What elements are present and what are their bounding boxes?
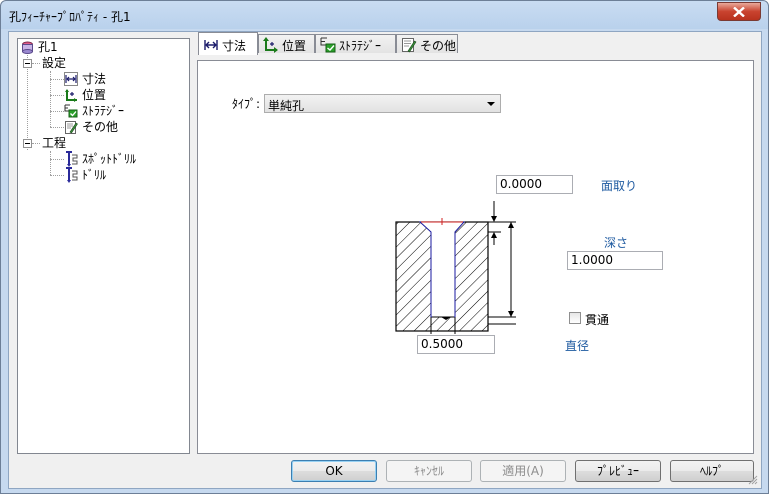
collapse-icon[interactable] xyxy=(23,59,32,68)
tree-guide-line xyxy=(50,127,64,128)
tree-item-label: ｽﾎﾟｯﾄﾄﾞﾘﾙ xyxy=(82,152,137,166)
hole-diagram xyxy=(395,201,516,334)
tab-other[interactable]: その他 xyxy=(396,34,458,53)
chamfer-label: 面取り xyxy=(601,179,638,193)
other-icon xyxy=(402,38,417,53)
type-select[interactable]: 単純孔 xyxy=(264,94,501,113)
tree-guide-line xyxy=(50,175,64,176)
title-bar[interactable]: 孔ﾌｨｰﾁｬｰﾌﾟﾛﾊﾟﾃｨ - 孔1 xyxy=(1,1,768,29)
other-icon xyxy=(65,121,78,134)
dialog-client: 孔1 設定 寸法 位置 ｽﾄﾗﾃｼﾞｰ その他 工程 ｽﾎﾟｯﾄﾄﾞﾘﾙ ﾄﾞﾘ… xyxy=(8,31,762,489)
type-label: ﾀｲﾌﾟ: xyxy=(232,97,261,111)
depth-field[interactable]: 1.0000 xyxy=(567,251,663,270)
tree-guide-line xyxy=(32,143,40,144)
tree-guide-line xyxy=(50,151,51,175)
chevron-down-icon xyxy=(487,102,495,106)
depth-label: 深さ xyxy=(604,236,629,250)
cancel-button[interactable]: ｷｬﾝｾﾙ xyxy=(386,460,472,482)
help-button[interactable]: ﾍﾙﾌﾟ xyxy=(670,460,754,482)
resize-grip-icon[interactable] xyxy=(748,475,758,485)
drill-icon xyxy=(66,167,78,183)
tree-guide-line xyxy=(50,159,64,160)
tree-item-label: その他 xyxy=(82,120,119,134)
strategy-icon xyxy=(64,104,78,118)
collapse-icon[interactable] xyxy=(23,139,32,148)
through-checkbox[interactable] xyxy=(569,312,581,324)
tab-label: ｽﾄﾗﾃｼﾞｰ xyxy=(339,39,382,53)
tree-group-label: 設定 xyxy=(42,56,67,70)
tab-position[interactable]: 位置 xyxy=(258,34,315,53)
tree-item-label: ﾄﾞﾘﾙ xyxy=(82,168,107,182)
tab-label: その他 xyxy=(420,39,457,53)
hole-feature-icon xyxy=(22,41,33,54)
tree-guide-line xyxy=(27,55,28,150)
through-label: 貫通 xyxy=(585,313,610,327)
dimension-icon xyxy=(64,72,78,86)
position-icon xyxy=(263,37,278,53)
tab-label: 寸法 xyxy=(222,39,247,53)
dialog-window: 孔ﾌｨｰﾁｬｰﾌﾟﾛﾊﾟﾃｨ - 孔1 孔1 設定 寸法 位置 ｽﾄﾗﾃｼﾞｰ … xyxy=(0,0,769,494)
type-select-value: 単純孔 xyxy=(268,99,305,113)
tab-dimension[interactable]: 寸法 xyxy=(198,32,258,55)
tree-group-label: 工程 xyxy=(42,136,67,150)
diameter-label: 直径 xyxy=(565,339,590,353)
tab-label: 位置 xyxy=(282,39,307,53)
close-button[interactable] xyxy=(717,2,761,21)
tree-item-label: 寸法 xyxy=(82,72,107,86)
tab-strategy[interactable]: ｽﾄﾗﾃｼﾞｰ xyxy=(315,34,396,53)
feature-tree[interactable]: 孔1 設定 寸法 位置 ｽﾄﾗﾃｼﾞｰ その他 工程 ｽﾎﾟｯﾄﾄﾞﾘﾙ ﾄﾞﾘ… xyxy=(17,38,190,454)
preview-button[interactable]: ﾌﾟﾚﾋﾞｭｰ xyxy=(575,460,661,482)
tree-guide-line xyxy=(50,111,64,112)
dimension-icon xyxy=(204,40,218,50)
ok-button[interactable]: OK xyxy=(291,460,377,482)
apply-button[interactable]: 適用(A) xyxy=(480,460,566,482)
position-icon xyxy=(65,89,77,102)
tree-root-label: 孔1 xyxy=(38,40,58,54)
tree-item-label: ｽﾄﾗﾃｼﾞｰ xyxy=(82,104,125,118)
dimension-panel: ﾀｲﾌﾟ: 単純孔 0.0000 面取り 深さ 1.0000 貫通 0.5000… xyxy=(197,60,754,454)
spot-drill-icon xyxy=(66,151,78,167)
tree-guide-line xyxy=(50,95,64,96)
window-title: 孔ﾌｨｰﾁｬｰﾌﾟﾛﾊﾟﾃｨ - 孔1 xyxy=(9,10,131,24)
strategy-icon xyxy=(320,37,336,53)
close-icon xyxy=(733,6,745,17)
tree-item-label: 位置 xyxy=(82,88,107,102)
tree-guide-line xyxy=(50,79,64,80)
tree-guide-line xyxy=(32,63,40,64)
